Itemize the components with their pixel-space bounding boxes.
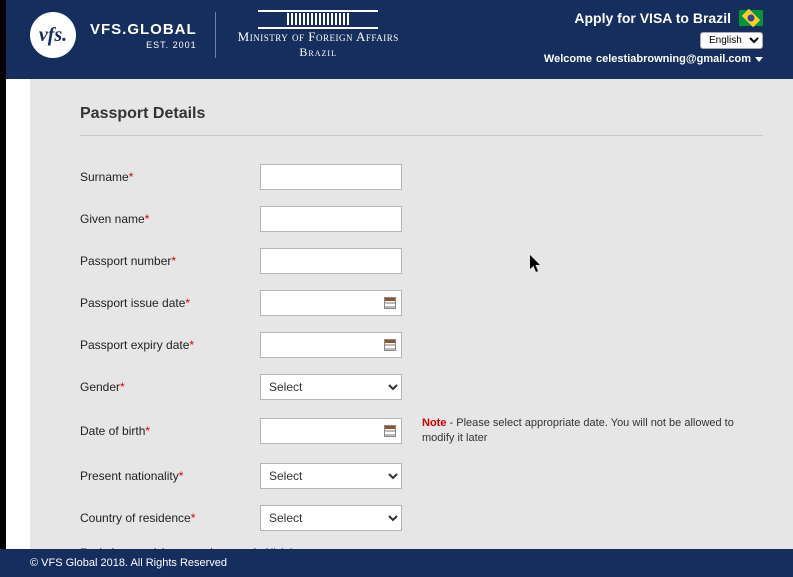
language-select[interactable]: English	[700, 32, 763, 49]
gender-select[interactable]: Select	[260, 374, 402, 400]
required-asterisk: *	[145, 212, 150, 226]
apply-title: Apply for VISA to Brazil	[574, 10, 731, 26]
expiry-date-input[interactable]	[260, 332, 402, 358]
ministry-icon	[258, 10, 378, 12]
brand-text: VFS.GLOBAL EST. 2001	[90, 21, 197, 50]
required-asterisk: *	[171, 254, 176, 268]
required-asterisk: *	[120, 380, 125, 394]
nationality-select[interactable]: Select	[260, 463, 402, 489]
label-issue-date: Passport issue date*	[80, 296, 260, 310]
dob-note: Note - Please select appropriate date. Y…	[422, 416, 742, 447]
brand-name: VFS.GLOBAL	[90, 21, 197, 38]
welcome-user-menu[interactable]: Welcome celestiabrowning@gmail.com	[544, 53, 763, 65]
label-residence: Country of residence*	[80, 511, 260, 525]
required-asterisk: *	[191, 511, 196, 525]
row-expiry-date: Passport expiry date*	[80, 332, 763, 358]
ministry-block: Ministry of Foreign Affairs Brazil	[238, 10, 399, 60]
window-left-border	[0, 0, 6, 577]
page-footer: © VFS Global 2018. All Rights Reserved	[0, 549, 793, 577]
row-passport-number: Passport number*	[80, 248, 763, 274]
required-asterisk: *	[129, 170, 134, 184]
row-gender: Gender* Select	[80, 374, 763, 400]
app-header: vfs. VFS.GLOBAL EST. 2001 Ministry of Fo…	[0, 0, 793, 79]
note-bold: Note	[422, 417, 446, 429]
apply-title-row: Apply for VISA to Brazil	[544, 10, 763, 26]
label-given-name: Given name*	[80, 212, 260, 226]
vfs-logo: vfs.	[30, 12, 76, 58]
label-nationality: Present nationality*	[80, 469, 260, 483]
required-asterisk: *	[185, 296, 190, 310]
ministry-line1: Ministry of Foreign Affairs	[238, 29, 399, 45]
colonnade-icon	[238, 13, 399, 25]
given-name-input[interactable]	[260, 206, 402, 232]
passport-number-input[interactable]	[260, 248, 402, 274]
row-nationality: Present nationality* Select	[80, 463, 763, 489]
header-right: Apply for VISA to Brazil English Welcome…	[544, 10, 763, 65]
main-content: Passport Details Surname* Given name* Pa…	[30, 79, 793, 558]
brand-est: EST. 2001	[90, 40, 197, 50]
label-passport-number: Passport number*	[80, 254, 260, 268]
note-text: - Please select appropriate date. You wi…	[422, 417, 734, 444]
row-dob: Date of birth* Note - Please select appr…	[80, 416, 763, 447]
row-surname: Surname*	[80, 164, 763, 190]
brand-block: vfs. VFS.GLOBAL EST. 2001 Ministry of Fo…	[30, 10, 399, 60]
surname-input[interactable]	[260, 164, 402, 190]
ministry-line2: Brazil	[238, 45, 399, 60]
divider	[215, 12, 216, 58]
required-asterisk: *	[179, 469, 184, 483]
issue-date-input[interactable]	[260, 290, 402, 316]
welcome-label: Welcome	[544, 53, 592, 65]
footer-text: © VFS Global 2018. All Rights Reserved	[30, 557, 227, 569]
dob-input[interactable]	[260, 418, 402, 444]
label-surname: Surname*	[80, 170, 260, 184]
row-residence: Country of residence* Select	[80, 505, 763, 531]
row-given-name: Given name*	[80, 206, 763, 232]
required-asterisk: *	[189, 338, 194, 352]
label-expiry-date: Passport expiry date*	[80, 338, 260, 352]
chevron-down-icon	[755, 57, 763, 62]
brazil-flag-icon	[739, 10, 763, 26]
residence-select[interactable]: Select	[260, 505, 402, 531]
welcome-email: celestiabrowning@gmail.com	[596, 53, 751, 65]
label-gender: Gender*	[80, 380, 260, 394]
required-asterisk: *	[145, 424, 150, 438]
label-dob: Date of birth*	[80, 424, 260, 438]
row-issue-date: Passport issue date*	[80, 290, 763, 316]
section-title: Passport Details	[80, 105, 763, 136]
